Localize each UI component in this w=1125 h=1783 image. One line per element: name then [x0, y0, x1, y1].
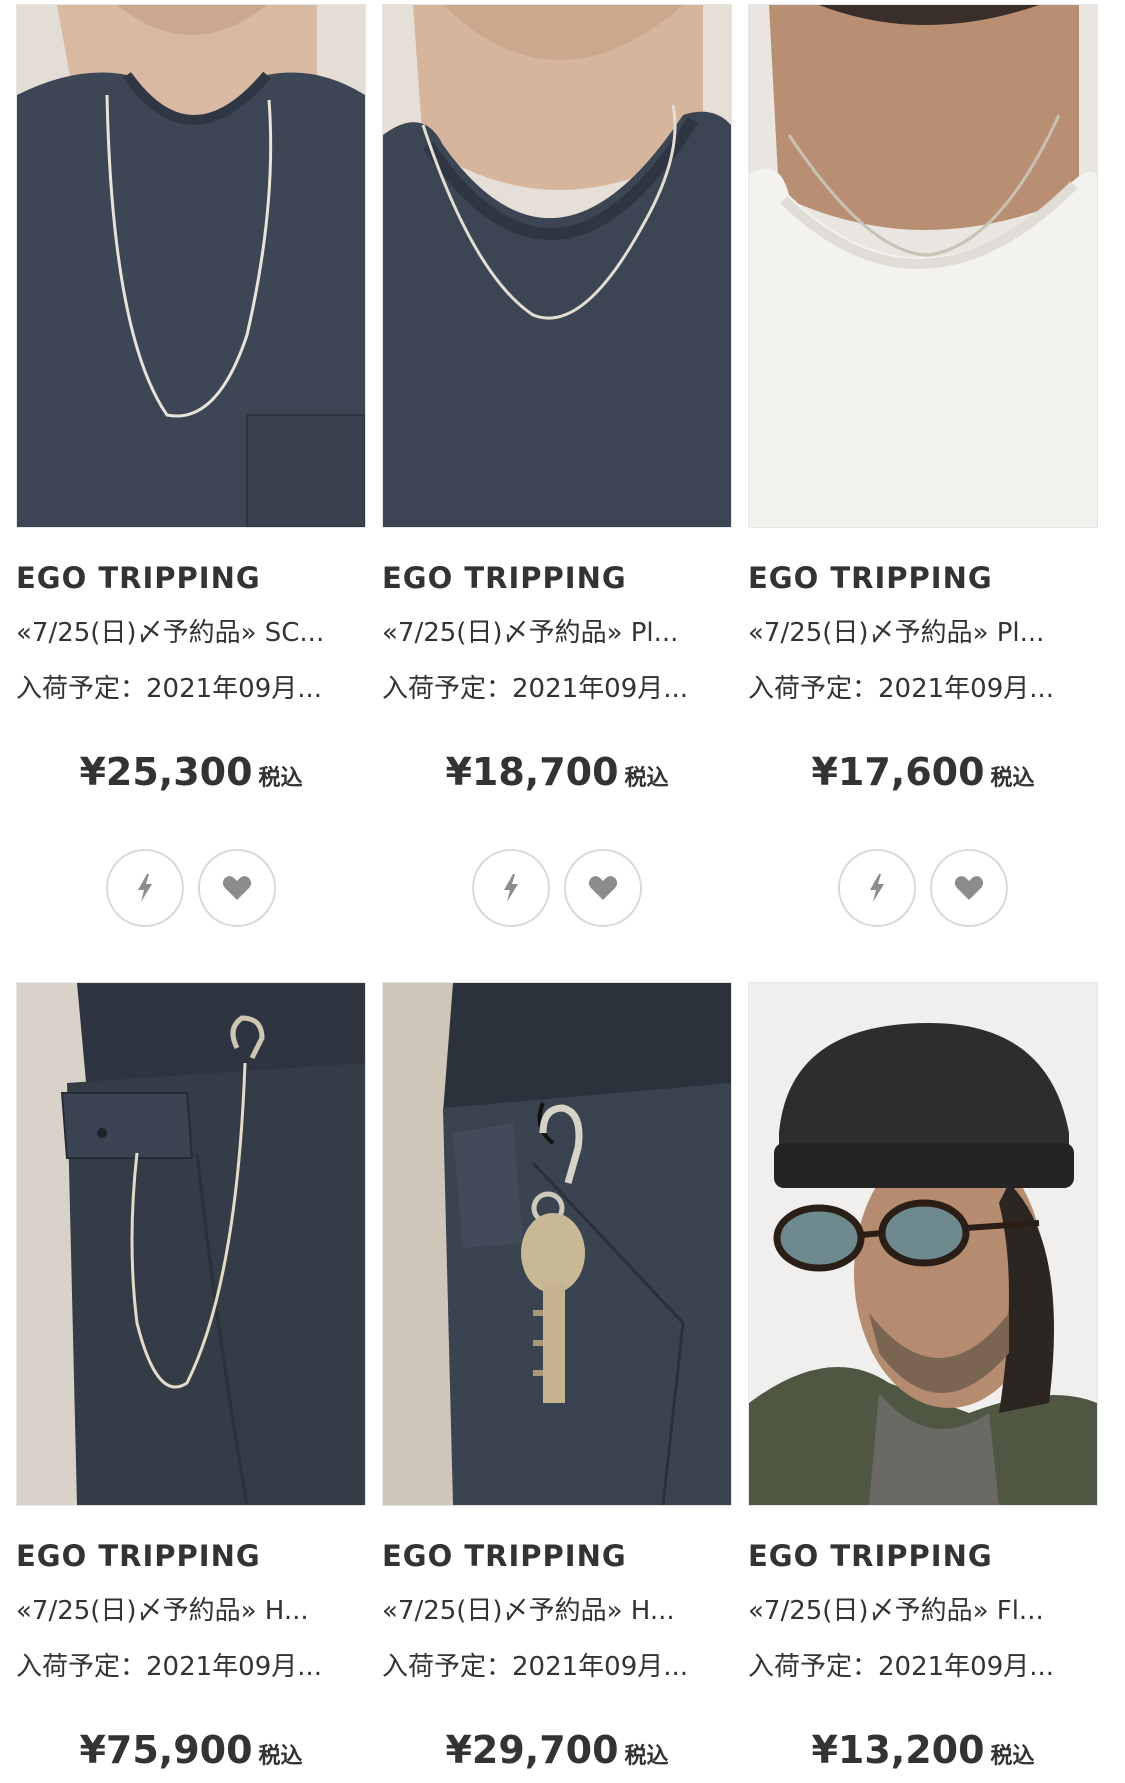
brand-name: EGO TRIPPING — [16, 561, 261, 595]
price-block: ¥18,700 税込 — [382, 747, 732, 797]
brand-name: EGO TRIPPING — [16, 1539, 261, 1573]
product-grid: EGO TRIPPING «7/25(日)〆予約品» SC... 入荷予定：20… — [16, 4, 1110, 982]
lightning-icon — [870, 874, 884, 902]
product-image[interactable] — [748, 4, 1098, 528]
card-actions — [16, 849, 366, 927]
arrival-date: 入荷予定：2021年09月... — [748, 674, 1055, 704]
card-actions — [748, 849, 1098, 927]
product-grid-row-2: EGO TRIPPING «7/25(日)〆予約品» H... 入荷予定：202… — [16, 982, 1110, 1782]
price: ¥13,200 — [811, 1728, 985, 1772]
tax-label: 税込 — [258, 1744, 303, 1769]
lightning-icon — [504, 874, 518, 902]
product-image[interactable] — [16, 982, 366, 1506]
brand-name: EGO TRIPPING — [748, 561, 993, 595]
product-name[interactable]: «7/25(日)〆予約品» Pl... — [382, 613, 732, 653]
brand-name: EGO TRIPPING — [382, 1539, 627, 1573]
arrival-date: 入荷予定：2021年09月... — [16, 1652, 323, 1682]
favorite-button[interactable] — [198, 849, 276, 927]
tax-label: 税込 — [990, 766, 1035, 791]
product-image[interactable] — [382, 982, 732, 1506]
lightning-icon — [138, 874, 152, 902]
arrival-date: 入荷予定：2021年09月... — [382, 1652, 689, 1682]
arrival-date: 入荷予定：2021年09月... — [748, 1652, 1055, 1682]
tax-label: 税込 — [624, 766, 669, 791]
price: ¥25,300 — [79, 750, 253, 794]
product-card[interactable]: EGO TRIPPING «7/25(日)〆予約品» Pl... 入荷予定：20… — [382, 4, 732, 982]
heart-icon — [588, 876, 618, 900]
price-block: ¥25,300 税込 — [16, 747, 366, 797]
tax-label: 税込 — [990, 1744, 1035, 1769]
price: ¥75,900 — [79, 1728, 253, 1772]
product-card[interactable]: EGO TRIPPING «7/25(日)〆予約品» H... 入荷予定：202… — [382, 982, 732, 1782]
heart-icon — [954, 876, 984, 900]
necklace-photo — [17, 5, 365, 527]
quick-buy-button[interactable] — [106, 849, 184, 927]
knit-cap-photo — [749, 983, 1097, 1505]
necklace-photo — [749, 5, 1097, 527]
favorite-button[interactable] — [930, 849, 1008, 927]
price: ¥17,600 — [811, 750, 985, 794]
product-image[interactable] — [16, 4, 366, 528]
necklace-photo — [383, 5, 731, 527]
tax-label: 税込 — [624, 1744, 669, 1769]
keyring-photo — [383, 983, 731, 1505]
heart-icon — [222, 876, 252, 900]
brand-name: EGO TRIPPING — [748, 1539, 993, 1573]
product-name[interactable]: «7/25(日)〆予約品» H... — [16, 1591, 366, 1631]
arrival-date: 入荷予定：2021年09月... — [16, 674, 323, 704]
product-card[interactable]: EGO TRIPPING «7/25(日)〆予約品» H... 入荷予定：202… — [16, 982, 366, 1782]
product-name[interactable]: «7/25(日)〆予約品» Fl... — [748, 1591, 1098, 1631]
product-card[interactable]: EGO TRIPPING «7/25(日)〆予約品» Pl... 入荷予定：20… — [748, 4, 1098, 982]
price-block: ¥75,900 税込 — [16, 1725, 366, 1775]
card-actions — [382, 849, 732, 927]
favorite-button[interactable] — [564, 849, 642, 927]
product-card[interactable]: EGO TRIPPING «7/25(日)〆予約品» Fl... 入荷予定：20… — [748, 982, 1098, 1782]
price: ¥29,700 — [445, 1728, 619, 1772]
price-block: ¥29,700 税込 — [382, 1725, 732, 1775]
product-card[interactable]: EGO TRIPPING «7/25(日)〆予約品» SC... 入荷予定：20… — [16, 4, 366, 982]
quick-buy-button[interactable] — [838, 849, 916, 927]
wallet-chain-photo — [17, 983, 365, 1505]
price-block: ¥13,200 税込 — [748, 1725, 1098, 1775]
product-image[interactable] — [382, 4, 732, 528]
product-name[interactable]: «7/25(日)〆予約品» SC... — [16, 613, 366, 653]
product-name[interactable]: «7/25(日)〆予約品» Pl... — [748, 613, 1098, 653]
arrival-date: 入荷予定：2021年09月... — [382, 674, 689, 704]
product-name[interactable]: «7/25(日)〆予約品» H... — [382, 1591, 732, 1631]
brand-name: EGO TRIPPING — [382, 561, 627, 595]
quick-buy-button[interactable] — [472, 849, 550, 927]
price: ¥18,700 — [445, 750, 619, 794]
price-block: ¥17,600 税込 — [748, 747, 1098, 797]
product-image[interactable] — [748, 982, 1098, 1506]
tax-label: 税込 — [258, 766, 303, 791]
